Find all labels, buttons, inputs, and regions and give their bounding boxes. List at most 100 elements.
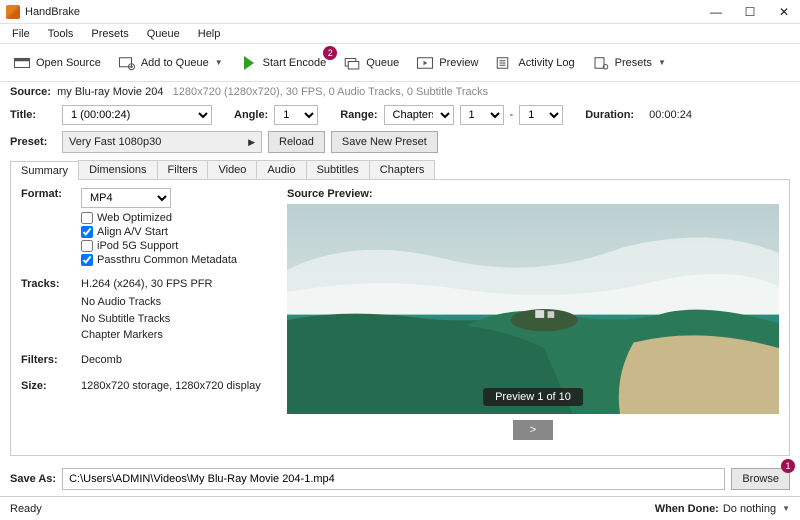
queue-icon (342, 54, 362, 72)
passthru-label: Passthru Common Metadata (97, 254, 237, 266)
tracks-line-3: Chapter Markers (81, 327, 271, 344)
web-optimized-label: Web Optimized (97, 212, 172, 224)
angle-select[interactable]: 1 (274, 105, 318, 125)
queue-button[interactable]: Queue (336, 51, 405, 75)
menu-tools[interactable]: Tools (40, 26, 82, 42)
preview-button[interactable]: Preview (409, 51, 484, 75)
source-info: Source: my Blu-ray Movie 204 1280x720 (1… (0, 82, 800, 102)
range-label: Range: (340, 109, 377, 121)
tab-audio[interactable]: Audio (256, 160, 306, 179)
save-as-row: Save As: Browse 1 (0, 462, 800, 496)
size-value: 1280x720 storage, 1280x720 display (81, 380, 261, 392)
save-new-preset-button[interactable]: Save New Preset (331, 131, 438, 153)
ipod-label: iPod 5G Support (97, 240, 178, 252)
filters-label: Filters: (21, 354, 81, 366)
format-label: Format: (21, 188, 81, 208)
preset-label: Preset: (10, 136, 56, 148)
queue-label: Queue (366, 57, 399, 69)
web-optimized-checkbox[interactable] (81, 212, 93, 224)
tracks-line-1: No Audio Tracks (81, 294, 271, 311)
tabs: Summary Dimensions Filters Video Audio S… (10, 160, 790, 180)
window-title: HandBrake (25, 6, 80, 18)
align-av-checkbox[interactable] (81, 226, 93, 238)
angle-label: Angle: (234, 109, 268, 121)
menu-presets[interactable]: Presets (83, 26, 136, 42)
range-from-select[interactable]: 1 (460, 105, 504, 125)
preview-next-button[interactable]: > (513, 420, 553, 440)
activity-log-label: Activity Log (518, 57, 574, 69)
browse-badge: 1 (781, 459, 795, 473)
preset-row: Preset: Very Fast 1080p30 ▶ Reload Save … (0, 128, 800, 156)
tab-dimensions[interactable]: Dimensions (78, 160, 157, 179)
play-icon (239, 54, 259, 72)
presets-caret-icon: ▼ (658, 58, 666, 67)
duration-label: Duration: (585, 109, 634, 121)
reload-button[interactable]: Reload (268, 131, 325, 153)
source-preview-image: Preview 1 of 10 (287, 204, 779, 414)
start-encode-label: Start Encode (263, 57, 327, 69)
title-bar: HandBrake — ☐ ✕ (0, 0, 800, 24)
close-button[interactable]: ✕ (774, 5, 794, 19)
tracks-line-0: H.264 (x264), 30 FPS PFR (81, 278, 212, 290)
open-source-icon (12, 54, 32, 72)
preview-counter-badge: Preview 1 of 10 (483, 388, 583, 406)
align-av-label: Align A/V Start (97, 226, 168, 238)
source-label: Source: (10, 86, 51, 98)
format-select[interactable]: MP4 (81, 188, 171, 208)
menu-queue[interactable]: Queue (139, 26, 188, 42)
title-row: Title: 1 (00:00:24) Angle: 1 Range: Chap… (0, 102, 800, 128)
start-encode-button[interactable]: Start Encode 2 (233, 51, 333, 75)
preview-label: Preview (439, 57, 478, 69)
source-name: my Blu-ray Movie 204 (57, 86, 163, 98)
maximize-button[interactable]: ☐ (740, 5, 760, 19)
status-text: Ready (10, 503, 42, 515)
preset-arrow-icon: ▶ (248, 137, 255, 148)
tab-video[interactable]: Video (207, 160, 257, 179)
app-logo-icon (6, 5, 20, 19)
menu-help[interactable]: Help (190, 26, 229, 42)
tab-subtitles[interactable]: Subtitles (306, 160, 370, 179)
size-label: Size: (21, 380, 81, 392)
menu-file[interactable]: File (4, 26, 38, 42)
add-to-queue-button[interactable]: Add to Queue ▼ (111, 51, 229, 75)
source-details: 1280x720 (1280x720), 30 FPS, 0 Audio Tra… (173, 86, 489, 98)
status-bar: Ready When Done: Do nothing ▼ (0, 496, 800, 520)
presets-label: Presets (615, 57, 652, 69)
when-done-label: When Done: (655, 503, 719, 515)
summary-panel: Format: MP4 Web Optimized Align A/V Star… (10, 180, 790, 456)
tab-summary[interactable]: Summary (10, 161, 79, 180)
activity-log-icon (494, 54, 514, 72)
tab-chapters[interactable]: Chapters (369, 160, 436, 179)
duration-value: 00:00:24 (649, 109, 692, 121)
title-select[interactable]: 1 (00:00:24) (62, 105, 212, 125)
presets-icon (591, 54, 611, 72)
when-done-caret-icon: ▼ (782, 504, 790, 513)
menu-bar: File Tools Presets Queue Help (0, 24, 800, 44)
title-label: Title: (10, 109, 56, 121)
open-source-button[interactable]: Open Source (6, 51, 107, 75)
range-to-select[interactable]: 1 (519, 105, 563, 125)
presets-button[interactable]: Presets ▼ (585, 51, 672, 75)
range-separator: - (510, 109, 514, 121)
passthru-checkbox[interactable] (81, 254, 93, 266)
add-to-queue-icon (117, 54, 137, 72)
browse-button[interactable]: Browse 1 (731, 468, 790, 490)
filters-value: Decomb (81, 354, 122, 366)
when-done-value[interactable]: Do nothing (723, 503, 776, 515)
activity-log-button[interactable]: Activity Log (488, 51, 580, 75)
preset-select[interactable]: Very Fast 1080p30 ▶ (62, 131, 262, 153)
preview-icon (415, 54, 435, 72)
add-to-queue-label: Add to Queue (141, 57, 209, 69)
save-as-label: Save As: (10, 473, 56, 485)
range-mode-select[interactable]: Chapters (384, 105, 454, 125)
minimize-button[interactable]: — (706, 5, 726, 19)
add-to-queue-caret-icon: ▼ (215, 58, 223, 67)
ipod-checkbox[interactable] (81, 240, 93, 252)
tracks-line-2: No Subtitle Tracks (81, 311, 271, 328)
tracks-label: Tracks: (21, 278, 81, 290)
save-as-input[interactable] (62, 468, 725, 490)
open-source-label: Open Source (36, 57, 101, 69)
source-preview-label: Source Preview: (287, 188, 779, 200)
tab-filters[interactable]: Filters (157, 160, 209, 179)
preset-value: Very Fast 1080p30 (69, 136, 161, 148)
